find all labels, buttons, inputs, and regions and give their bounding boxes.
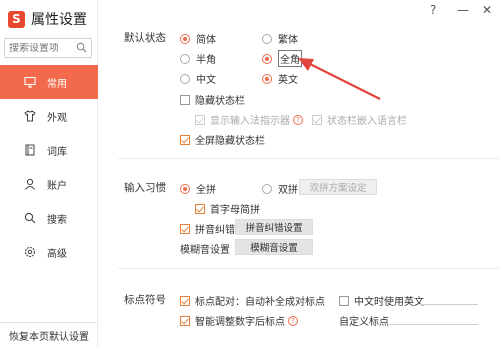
checkbox-statusbar-embed[interactable]: 状态栏嵌入语言栏: [312, 112, 407, 127]
option-label: 中文: [196, 75, 216, 86]
radio-indicator: [180, 183, 190, 194]
checkbox-indicator: [312, 114, 322, 125]
monitor-icon: [24, 76, 36, 88]
checkbox-indicator: [339, 295, 349, 306]
checkbox-indicator: [195, 203, 205, 214]
option-label: 中文时使用英文: [354, 297, 424, 308]
book-icon: [25, 144, 35, 156]
shirt-icon: [24, 110, 36, 122]
checkbox-indicator: [195, 114, 205, 125]
sidebar-item-dictionary[interactable]: 词库: [0, 133, 98, 167]
section-divider: [118, 268, 500, 269]
minimize-icon[interactable]: —: [457, 3, 469, 17]
restore-defaults-button[interactable]: 恢复本页默认设置: [0, 322, 98, 348]
option-label: 隐藏状态栏: [195, 96, 245, 107]
option-label: 繁体: [278, 35, 298, 46]
sidebar-item-label: 账户: [47, 180, 67, 192]
sidebar-item-advanced[interactable]: 高级: [0, 235, 98, 269]
fuzzy-label: 模糊音设置: [180, 245, 230, 256]
radio-indicator: [180, 53, 190, 64]
help-circle-icon[interactable]: ?: [293, 114, 303, 125]
checkbox-chinese-use-english[interactable]: 中文时使用英文: [339, 293, 424, 308]
user-icon: [25, 178, 35, 190]
radio-indicator: [262, 33, 272, 44]
section-label-input: 输入习惯: [124, 182, 166, 194]
radio-chinese[interactable]: 中文: [180, 71, 216, 86]
option-label: 状态栏嵌入语言栏: [327, 116, 407, 127]
search-icon[interactable]: [76, 42, 87, 53]
option-label: 简体: [196, 35, 216, 46]
pinyin-correction-settings-button[interactable]: 拼音纠错设置: [235, 219, 313, 235]
option-label: 首字母简拼: [210, 205, 260, 216]
radio-double-pinyin[interactable]: 双拼: [262, 181, 298, 196]
checkbox-smart-adjust[interactable]: 智能调整数字后标点 ?: [180, 313, 298, 328]
help-circle-icon[interactable]: ?: [288, 315, 298, 326]
help-icon[interactable]: ?: [430, 3, 436, 17]
punct-english-input[interactable]: [420, 291, 478, 305]
option-label: 显示输入法指示器: [210, 116, 290, 127]
custom-punct-label[interactable]: 自定义标点: [339, 313, 389, 328]
radio-full-pinyin[interactable]: 全拼: [180, 181, 216, 196]
double-pinyin-scheme-button[interactable]: 双拼方案设定: [299, 179, 377, 195]
sogou-logo-icon: S: [8, 10, 25, 28]
option-label: 全拼: [196, 185, 216, 196]
custom-punct-input[interactable]: [390, 311, 478, 325]
option-label: 全屏隐藏状态栏: [195, 136, 265, 147]
sidebar-item-common[interactable]: 常用: [0, 65, 98, 99]
checkbox-initial-simple[interactable]: 首字母简拼: [195, 201, 260, 216]
sidebar-item-account[interactable]: 账户: [0, 167, 98, 201]
option-label: 智能调整数字后标点: [195, 317, 285, 328]
checkbox-punct-pairing[interactable]: 标点配对：自动补全成对标点: [180, 293, 325, 308]
close-icon[interactable]: ✕: [482, 3, 492, 17]
checkbox-indicator: [180, 94, 190, 105]
checkbox-indicator: [180, 295, 190, 306]
radio-halfwidth[interactable]: 半角: [180, 51, 216, 66]
checkbox-indicator: [180, 134, 190, 145]
radio-indicator: [180, 73, 190, 84]
checkbox-fullscreen-hide[interactable]: 全屏隐藏状态栏: [180, 132, 265, 147]
section-divider: [118, 158, 500, 159]
checkbox-pinyin-correction[interactable]: 拼音纠错: [180, 221, 235, 236]
radio-indicator: [262, 53, 272, 64]
option-label: 半角: [196, 55, 216, 66]
radio-traditional[interactable]: 繁体: [262, 31, 298, 46]
gear-icon: [24, 246, 36, 258]
option-label: 双拼: [278, 185, 298, 196]
radio-indicator: [262, 73, 272, 84]
fuzzy-sound-settings-button[interactable]: 模糊音设置: [235, 239, 313, 255]
sidebar-item-label: 词库: [47, 146, 67, 158]
sidebar: S 属性设置 常用 外观 词库 账户: [0, 0, 98, 348]
radio-indicator: [262, 183, 272, 194]
settings-window: ? — ✕ S 属性设置 常用 外观 词库: [0, 0, 500, 348]
sidebar-item-appearance[interactable]: 外观: [0, 99, 98, 133]
checkbox-indicator: [180, 223, 190, 234]
sidebar-item-label: 常用: [47, 78, 67, 90]
search-icon: [24, 212, 36, 224]
brand: S 属性设置: [8, 9, 87, 29]
sidebar-item-label: 高级: [47, 248, 67, 260]
radio-indicator: [180, 33, 190, 44]
page-title: 属性设置: [31, 12, 87, 28]
option-label: 拼音纠错: [195, 225, 235, 236]
sidebar-nav: 常用 外观 词库 账户 搜索 高级: [0, 65, 98, 269]
sidebar-item-label: 搜索: [47, 214, 67, 226]
search-box[interactable]: [4, 38, 92, 58]
annotation-arrow-icon: [298, 58, 381, 100]
search-input[interactable]: [9, 42, 77, 54]
sidebar-item-search[interactable]: 搜索: [0, 201, 98, 235]
section-label-punct: 标点符号: [124, 294, 166, 306]
checkbox-indicator: [180, 315, 190, 326]
radio-simplified[interactable]: 简体: [180, 31, 216, 46]
option-label: 标点配对：自动补全成对标点: [195, 297, 325, 308]
section-label-status: 默认状态: [124, 32, 166, 44]
checkbox-show-indicator[interactable]: 显示输入法指示器 ?: [195, 112, 303, 127]
checkbox-hide-status-bar[interactable]: 隐藏状态栏: [180, 92, 245, 107]
sidebar-item-label: 外观: [47, 112, 67, 124]
